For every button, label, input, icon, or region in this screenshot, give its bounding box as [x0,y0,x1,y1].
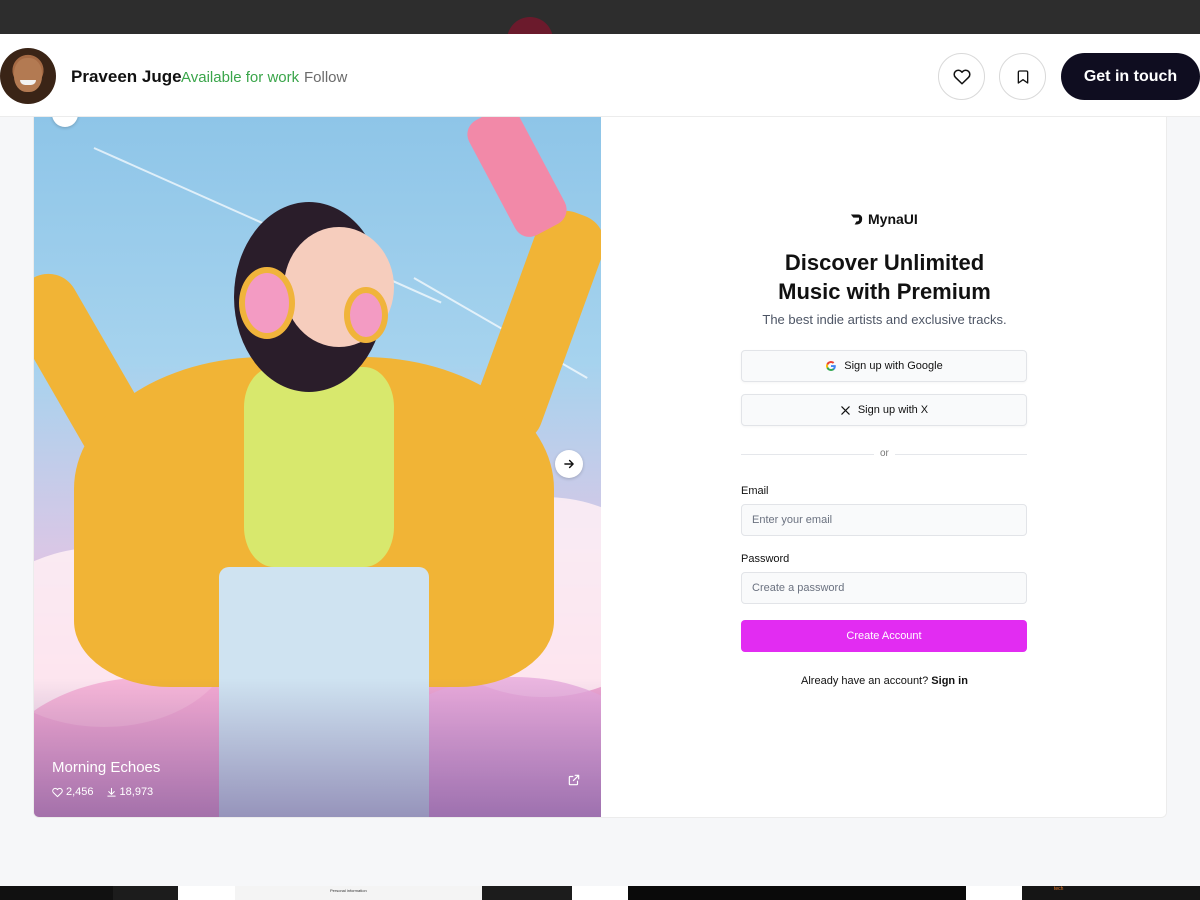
related-shot-thumbnail[interactable] [1022,886,1200,900]
signin-prompt: Already have an account? [801,675,929,687]
arrow-right-icon [564,459,574,469]
shot-title: Morning Echoes [52,759,161,776]
author-name[interactable]: Praveen Juge [71,67,182,87]
hero-illustration: Morning Echoes 2,456 18,973 [34,117,601,817]
headline-line-1: Discover Unlimited [784,250,985,275]
related-shot-badge: tech [1054,886,1064,892]
email-field[interactable] [741,504,1027,536]
downloads-stat: 18,973 [106,786,154,798]
shot-header: Praveen Juge Available for work Follow G… [0,34,1200,117]
downloads-count: 18,973 [119,786,154,798]
download-icon [106,787,116,797]
previous-button[interactable] [52,117,78,127]
shirt [244,367,394,567]
related-shot-thumbnail[interactable] [628,886,966,900]
password-field[interactable] [741,572,1027,604]
bookmark-icon [1017,69,1028,84]
brand-name: MynaUI [868,211,918,227]
myna-logo-icon [850,214,863,224]
next-button[interactable] [555,450,583,478]
follow-button[interactable]: Follow [304,69,347,86]
signup-headline: Discover Unlimited Music with Premium [601,248,1166,306]
like-button[interactable] [938,53,985,100]
background-shape [507,17,553,34]
signin-row: Already have an account? Sign in [601,675,1166,687]
related-shot-caption: Personal information [330,888,367,893]
avatar-face [14,58,42,92]
related-shot-thumbnail[interactable] [966,886,1022,900]
likes-stat: 2,456 [52,786,94,798]
external-link-icon[interactable] [567,773,581,787]
headline-line-2: Music with Premium [778,279,991,304]
x-signup-label: Sign up with X [857,404,929,416]
avatar[interactable] [0,48,56,104]
password-label: Password [741,553,790,565]
save-button[interactable] [999,53,1046,100]
x-signup-button[interactable]: Sign up with X [741,394,1027,426]
availability-status[interactable]: Available for work [181,69,299,86]
brand-logo: MynaUI [849,211,918,227]
related-shots-strip: Personal information tech [0,886,1200,900]
google-icon [826,361,837,371]
related-shot-thumbnail[interactable] [572,886,628,900]
google-signup-button[interactable]: Sign up with Google [741,350,1027,382]
avatar-smile [20,80,36,85]
heart-icon [952,68,971,84]
popsicle [461,117,573,243]
x-logo-icon [841,405,850,415]
headphone-right [344,287,388,343]
signup-subheadline: The best indie artists and exclusive tra… [762,312,1007,327]
related-shot-thumbnail[interactable] [0,886,113,900]
related-shot-thumbnail[interactable] [178,886,235,900]
create-account-button[interactable]: Create Account [741,620,1027,652]
shot-stats: 2,456 18,973 [52,786,153,798]
google-signup-label: Sign up with Google [844,360,943,372]
signin-link[interactable]: Sign in [931,675,968,687]
email-label: Email [741,485,769,497]
heart-icon [52,787,63,797]
signup-panel: MynaUI Discover Unlimited Music with Pre… [601,117,1166,817]
or-divider-text: or [874,448,895,459]
likes-count: 2,456 [66,786,94,798]
headphone-left [239,267,295,339]
get-in-touch-button[interactable]: Get in touch [1061,53,1200,100]
top-strip [0,0,1200,34]
shot-card: Morning Echoes 2,456 18,973 MynaUI Disco… [33,117,1167,818]
